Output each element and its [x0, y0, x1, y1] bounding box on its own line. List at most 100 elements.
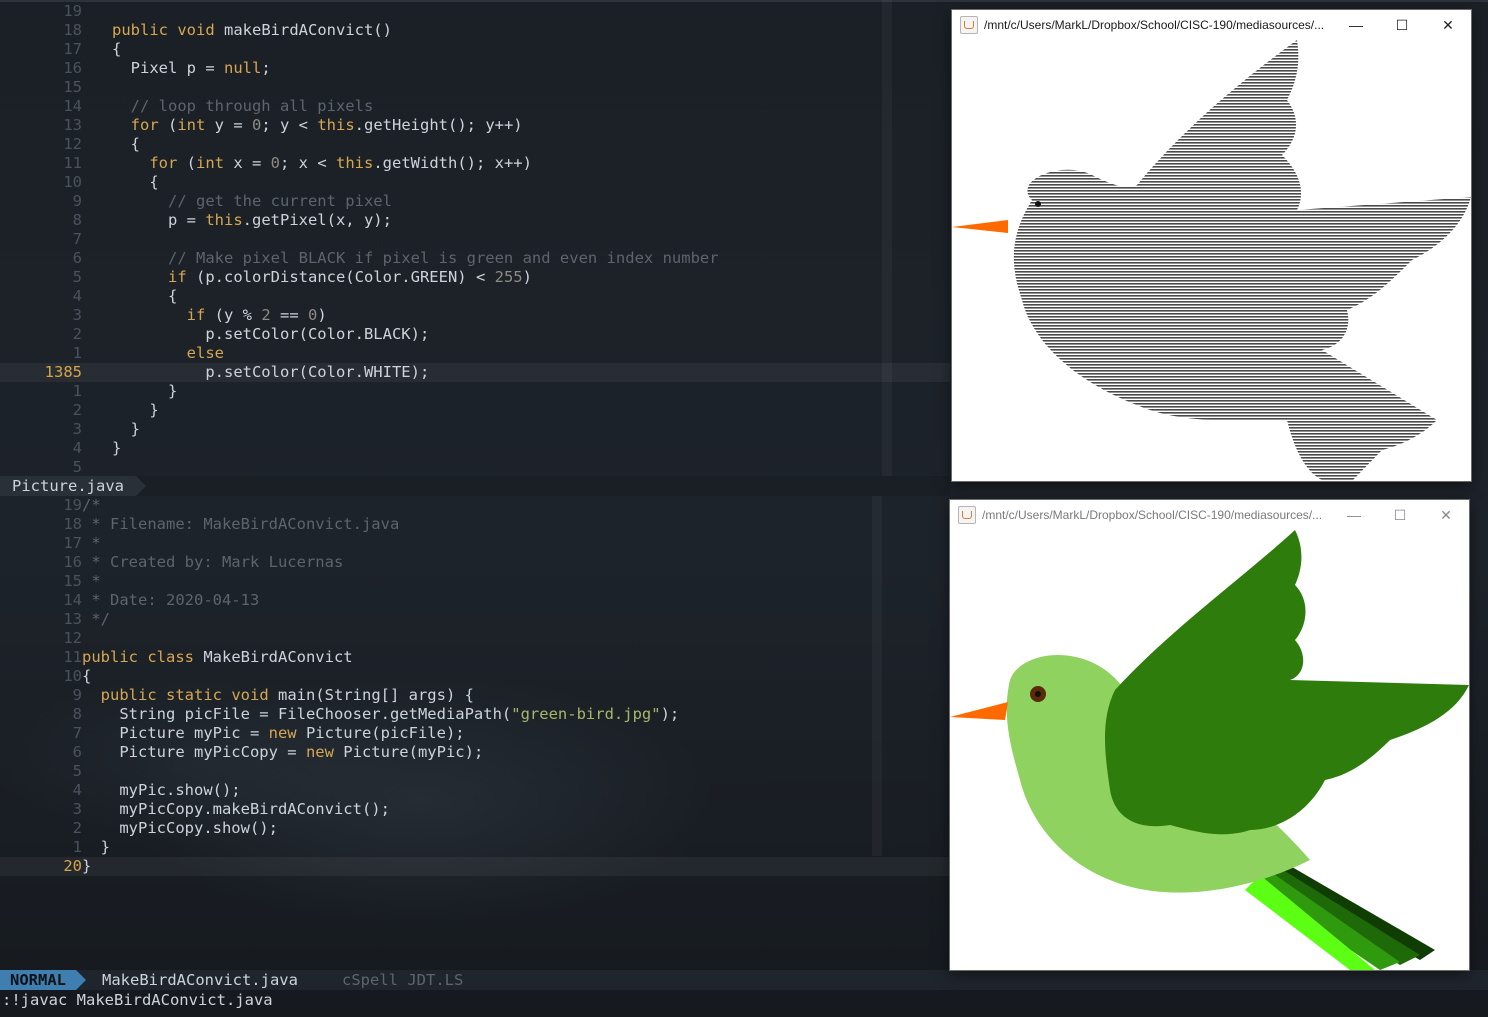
- code-line[interactable]: 13 for (int y = 0; y < this.getHeight();…: [0, 116, 950, 135]
- code-line[interactable]: 3 myPicCopy.makeBirdAConvict();: [0, 800, 950, 819]
- code-line[interactable]: 1 else: [0, 344, 950, 363]
- code-line[interactable]: 8 p = this.getPixel(x, y);: [0, 211, 950, 230]
- code-line[interactable]: 2 }: [0, 401, 950, 420]
- code-line[interactable]: 5: [0, 762, 950, 781]
- code-line[interactable]: 17 {: [0, 40, 950, 59]
- line-number: 20: [63, 857, 82, 875]
- code-line[interactable]: 14 * Date: 2020-04-13: [0, 591, 950, 610]
- maximize-button[interactable]: ☐: [1379, 10, 1425, 40]
- maximize-button[interactable]: ☐: [1377, 500, 1423, 530]
- code-token: (: [168, 116, 178, 134]
- code-text: myPicCopy.show();: [82, 819, 278, 838]
- minimize-button[interactable]: —: [1333, 10, 1379, 40]
- code-line[interactable]: 11 public class MakeBirdAConvict: [0, 648, 950, 667]
- code-token: {: [82, 667, 92, 685]
- code-line[interactable]: 16 * Created by: Mark Lucernas: [0, 553, 950, 572]
- code-text: for (int y = 0; y < this.getHeight(); y+…: [112, 116, 523, 135]
- line-number: 5: [72, 458, 82, 476]
- line-number: 5: [72, 762, 82, 780]
- code-token: (: [186, 154, 196, 172]
- command-line[interactable]: :!javac MakeBirdAConvict.java: [0, 990, 273, 1010]
- code-token: .getPixel(x, y);: [242, 211, 392, 229]
- code-line[interactable]: 9 public static void main(String[] args)…: [0, 686, 950, 705]
- line-number: 18: [63, 515, 82, 533]
- close-button[interactable]: ✕: [1423, 500, 1469, 530]
- picture-window-convict[interactable]: /mnt/c/Users/MarkL/Dropbox/School/CISC-1…: [952, 10, 1471, 481]
- code-line[interactable]: 12: [0, 629, 950, 648]
- line-number: 3: [72, 306, 82, 324]
- line-number: 14: [63, 97, 82, 115]
- code-line[interactable]: 13 */: [0, 610, 950, 629]
- code-token: .getWidth(); x++): [373, 154, 532, 172]
- code-line[interactable]: 1 }: [0, 382, 950, 401]
- code-line[interactable]: 10 {: [0, 173, 950, 192]
- line-number: 15: [63, 78, 82, 96]
- code-line[interactable]: 19/*: [0, 496, 950, 515]
- code-line[interactable]: 3 }: [0, 420, 950, 439]
- close-button[interactable]: ✕: [1425, 10, 1471, 40]
- line-number: 11: [63, 648, 82, 666]
- code-line[interactable]: 10{: [0, 667, 950, 686]
- line-number: 2: [72, 819, 82, 837]
- code-line[interactable]: 7: [0, 230, 950, 249]
- code-line[interactable]: 19: [0, 2, 950, 21]
- code-token: 255: [494, 268, 523, 286]
- code-line[interactable]: 2 myPicCopy.show();: [0, 819, 950, 838]
- code-line[interactable]: 5: [0, 458, 950, 477]
- code-token: p =: [112, 211, 206, 229]
- picture-canvas-original: [950, 530, 1469, 970]
- code-line[interactable]: 12 {: [0, 135, 950, 154]
- code-token: ): [317, 306, 327, 324]
- line-number: 8: [72, 705, 82, 723]
- window-titlebar[interactable]: /mnt/c/Users/MarkL/Dropbox/School/CISC-1…: [952, 10, 1471, 40]
- convict-bird-eye: [1035, 201, 1041, 207]
- code-line[interactable]: 14 // loop through all pixels: [0, 97, 950, 116]
- code-token: public: [82, 648, 148, 666]
- line-number: 18: [63, 21, 82, 39]
- code-line[interactable]: 17 *: [0, 534, 950, 553]
- code-line[interactable]: 18 * Filename: MakeBirdAConvict.java: [0, 515, 950, 534]
- code-line[interactable]: 4}: [0, 439, 950, 458]
- code-line[interactable]: 3 if (y % 2 == 0): [0, 306, 950, 325]
- code-text: }: [112, 439, 121, 458]
- line-number: 13: [63, 610, 82, 628]
- code-line[interactable]: 9 // get the current pixel: [0, 192, 950, 211]
- bird-pupil: [1035, 691, 1041, 697]
- code-line[interactable]: 8 String picFile = FileChooser.getMediaP…: [0, 705, 950, 724]
- code-line[interactable]: 5 if (p.colorDistance(Color.GREEN) < 255…: [0, 268, 950, 287]
- code-line[interactable]: 16 Pixel p = null;: [0, 59, 950, 78]
- code-token: class: [147, 648, 204, 666]
- editor-pane-bottom[interactable]: 19/* 18 * Filename: MakeBirdAConvict.java…: [0, 496, 950, 968]
- code-line[interactable]: 1385 p.setColor(Color.WHITE);: [0, 363, 950, 382]
- code-token: *: [82, 534, 101, 552]
- line-number: 6: [72, 249, 82, 267]
- code-line[interactable]: 6 // Make pixel BLACK if pixel is green …: [0, 249, 950, 268]
- code-line[interactable]: 2 p.setColor(Color.BLACK);: [0, 325, 950, 344]
- code-token: }: [112, 439, 122, 457]
- code-line[interactable]: 15 *: [0, 572, 950, 591]
- code-token: String picFile = FileChooser.getMediaPat…: [82, 705, 512, 723]
- code-line[interactable]: 11 for (int x = 0; x < this.getWidth(); …: [0, 154, 950, 173]
- code-line[interactable]: 18 public void makeBirdAConvict(): [0, 21, 950, 40]
- status-filename: MakeBirdAConvict.java: [102, 971, 298, 989]
- tab-picture-java[interactable]: Picture.java: [0, 476, 146, 496]
- code-text: }: [82, 838, 110, 857]
- code-token: static: [166, 686, 232, 704]
- code-line[interactable]: 1 }: [0, 838, 950, 857]
- minimize-button[interactable]: —: [1331, 500, 1377, 530]
- code-line[interactable]: 6 Picture myPicCopy = new Picture(myPic)…: [0, 743, 950, 762]
- window-titlebar[interactable]: /mnt/c/Users/MarkL/Dropbox/School/CISC-1…: [950, 500, 1469, 530]
- line-number: 13: [63, 116, 82, 134]
- line-number: 1: [72, 382, 82, 400]
- code-line[interactable]: 15: [0, 78, 950, 97]
- picture-window-original[interactable]: /mnt/c/Users/MarkL/Dropbox/School/CISC-1…: [950, 500, 1469, 970]
- code-text: {: [112, 173, 158, 192]
- code-line[interactable]: 4 {: [0, 287, 950, 306]
- code-line[interactable]: 4 myPic.show();: [0, 781, 950, 800]
- editor-pane-top[interactable]: 19 18 public void makeBirdAConvict() 17{16 …: [0, 0, 950, 476]
- code-line[interactable]: 7 Picture myPic = new Picture(picFile);: [0, 724, 950, 743]
- code-token: void: [231, 686, 278, 704]
- code-line[interactable]: 20}: [0, 857, 950, 876]
- code-text: public void makeBirdAConvict(): [112, 21, 392, 40]
- line-number: 16: [63, 553, 82, 571]
